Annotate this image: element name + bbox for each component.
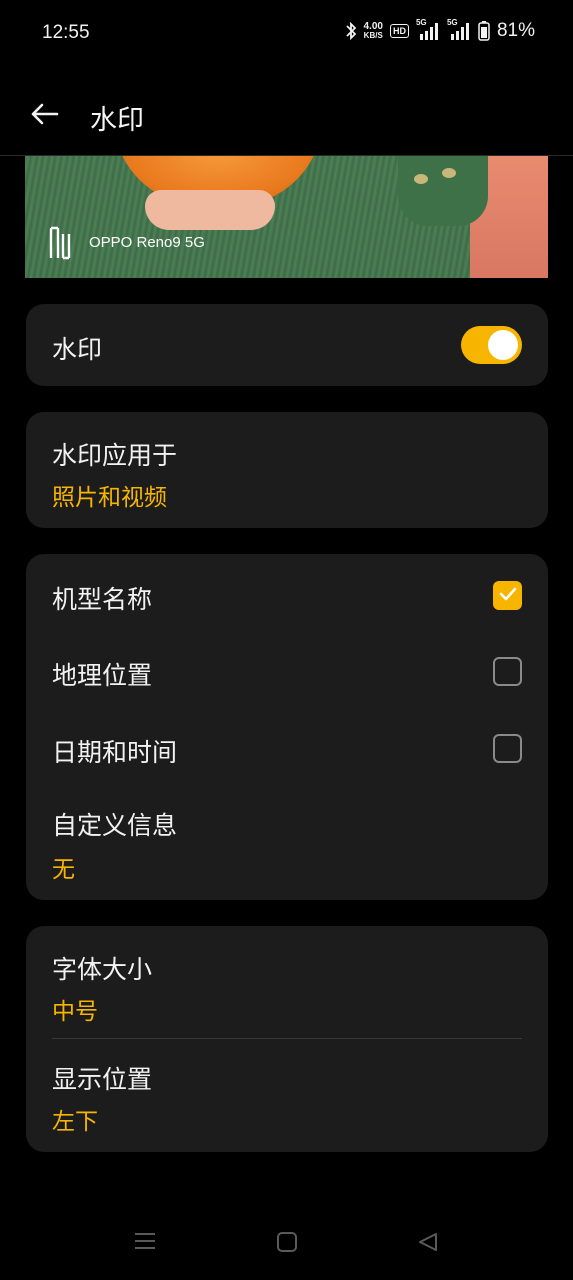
signal-2-tag: 5G [446,18,458,27]
apply-to-card[interactable]: 水印应用于 照片和视频 [26,412,548,528]
watermark-text: OPPO Reno9 5G [89,234,205,251]
model-name-label: 机型名称 [52,585,153,614]
signal-icon-2: 5G [447,18,471,40]
custom-info-label: 自定义信息 [52,811,178,840]
network-speed: 4.00 KB/S [363,21,383,41]
model-name-checkbox[interactable] [493,581,522,610]
network-speed-value: 4.00 [363,21,383,32]
date-time-checkbox[interactable] [493,734,522,763]
menu-icon[interactable] [134,1232,156,1254]
divider [52,1038,522,1039]
arrow-left-icon [29,102,59,130]
battery-percent: 81% [496,20,535,41]
signal-1-tag: 5G [415,18,427,27]
info-options-card: 机型名称 地理位置 日期和时间 自定义信息 无 [26,554,548,900]
font-size-label: 字体大小 [52,955,153,984]
position-label: 显示位置 [52,1065,153,1094]
custom-info-value: 无 [52,857,75,883]
hd-badge: HD [389,24,409,38]
back-button[interactable] [22,94,66,138]
date-time-label: 日期和时间 [52,738,178,767]
bluetooth-icon [345,22,357,40]
back-triangle-icon[interactable] [417,1232,439,1256]
position-value: 左下 [52,1109,98,1135]
toggle-knob [488,330,518,360]
watermark-toggle-card: 水印 [26,304,548,386]
watermark-toggle-label: 水印 [52,335,103,364]
watermark-logo-icon [49,226,71,264]
apply-to-label: 水印应用于 [52,441,178,470]
battery-icon [478,21,490,41]
apply-to-value: 照片和视频 [52,485,167,511]
status-bar: 12:55 4.00 KB/S HD 5G 5G 81% [0,0,573,66]
app-bar: 水印 [0,66,573,156]
system-nav-bar [0,1200,573,1280]
font-size-value: 中号 [52,999,98,1025]
location-label: 地理位置 [52,661,153,690]
location-checkbox[interactable] [493,657,522,686]
watermark-toggle[interactable] [461,326,522,364]
style-card: 字体大小 中号 显示位置 左下 [26,926,548,1152]
check-icon [499,586,517,605]
status-icons: 4.00 KB/S HD 5G 5G 81% [345,18,535,42]
network-speed-unit: KB/S [363,31,383,40]
signal-icon-1: 5G [416,18,440,40]
watermark-preview-image: OPPO Reno9 5G [25,156,548,278]
page-title: 水印 [90,105,144,136]
status-time: 12:55 [42,22,90,43]
home-square-icon[interactable] [276,1232,298,1256]
